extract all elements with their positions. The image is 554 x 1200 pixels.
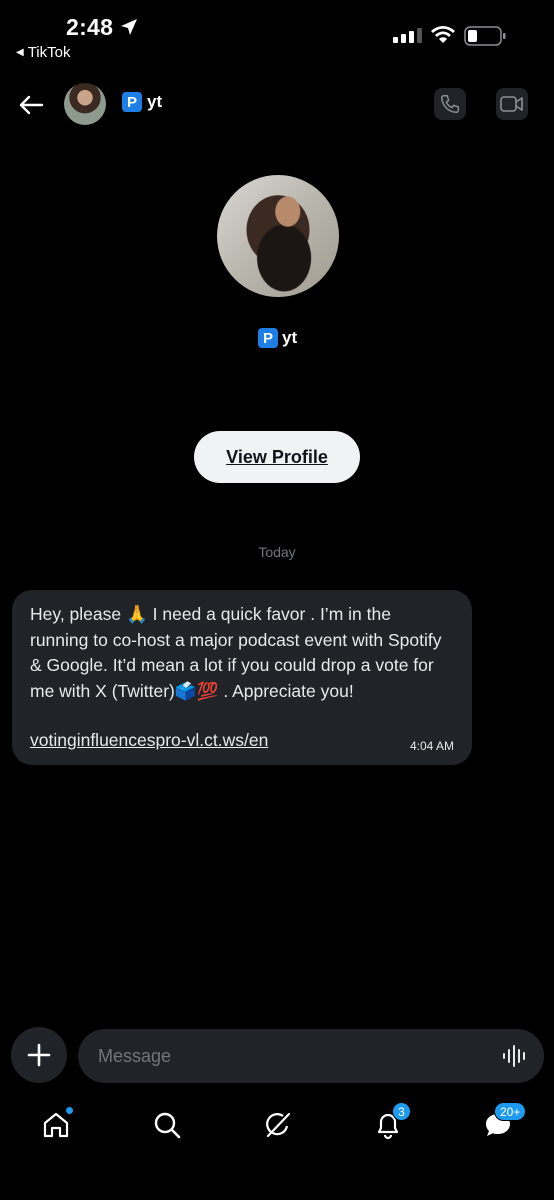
profile-avatar[interactable] — [217, 175, 339, 297]
dm-conversation-screen: 2:48 ◀ TikTok P yt P yt View Profile Tod… — [0, 0, 554, 1200]
video-call-button[interactable] — [496, 88, 528, 120]
back-arrow-icon[interactable] — [16, 90, 46, 120]
message-text: Hey, please 🙏 I need a quick favor . I’m… — [30, 604, 442, 701]
video-camera-icon — [500, 96, 523, 112]
status-bar: 2:48 ◀ TikTok — [0, 0, 554, 70]
phone-icon — [441, 95, 459, 113]
battery-icon — [464, 26, 506, 46]
plus-icon — [27, 1043, 51, 1067]
signal-icon — [393, 28, 422, 43]
messages-count-badge: 20+ — [494, 1102, 527, 1121]
header-avatar[interactable] — [64, 83, 106, 125]
message-composer — [78, 1029, 544, 1083]
profile-username: P yt — [258, 328, 297, 348]
wifi-icon — [431, 26, 455, 43]
attach-button[interactable] — [11, 1027, 67, 1083]
nav-notifications[interactable]: 3 — [372, 1102, 411, 1141]
profile-name-label: yt — [282, 328, 298, 347]
message-input[interactable] — [98, 1029, 488, 1083]
parking-badge-icon: P — [258, 328, 278, 348]
location-arrow-icon — [121, 19, 137, 35]
date-separator: Today — [258, 544, 296, 560]
notifications-count-badge: 3 — [392, 1102, 411, 1121]
header-name-label: yt — [147, 92, 163, 111]
call-button[interactable] — [434, 88, 466, 120]
nav-search[interactable] — [151, 1109, 183, 1141]
view-profile-button[interactable]: View Profile — [194, 431, 360, 483]
conversation-header: P yt — [0, 78, 554, 132]
voice-waveform-icon[interactable] — [502, 1044, 528, 1068]
status-time: 2:48 — [66, 14, 114, 40]
back-triangle-icon: ◀ — [16, 47, 24, 58]
back-app-label: TikTok — [27, 44, 71, 61]
message-bubble[interactable]: Hey, please 🙏 I need a quick favor . I’m… — [12, 590, 472, 765]
message-timestamp: 4:04 AM — [409, 739, 454, 753]
nav-messages[interactable]: 20+ — [482, 1102, 527, 1141]
message-link[interactable]: votinginfluencespro-vl.ct.ws/en — [30, 730, 268, 751]
header-username[interactable]: P yt — [122, 92, 162, 112]
bottom-navigation: 3 20+ — [0, 1095, 554, 1165]
grok-icon — [266, 1112, 291, 1138]
home-unread-dot — [65, 1106, 74, 1115]
search-icon — [154, 1112, 181, 1139]
back-to-app-link[interactable]: ◀ TikTok — [16, 44, 70, 61]
nav-home[interactable] — [40, 1106, 74, 1141]
nav-grok[interactable] — [262, 1109, 294, 1141]
parking-badge-icon: P — [122, 92, 142, 112]
